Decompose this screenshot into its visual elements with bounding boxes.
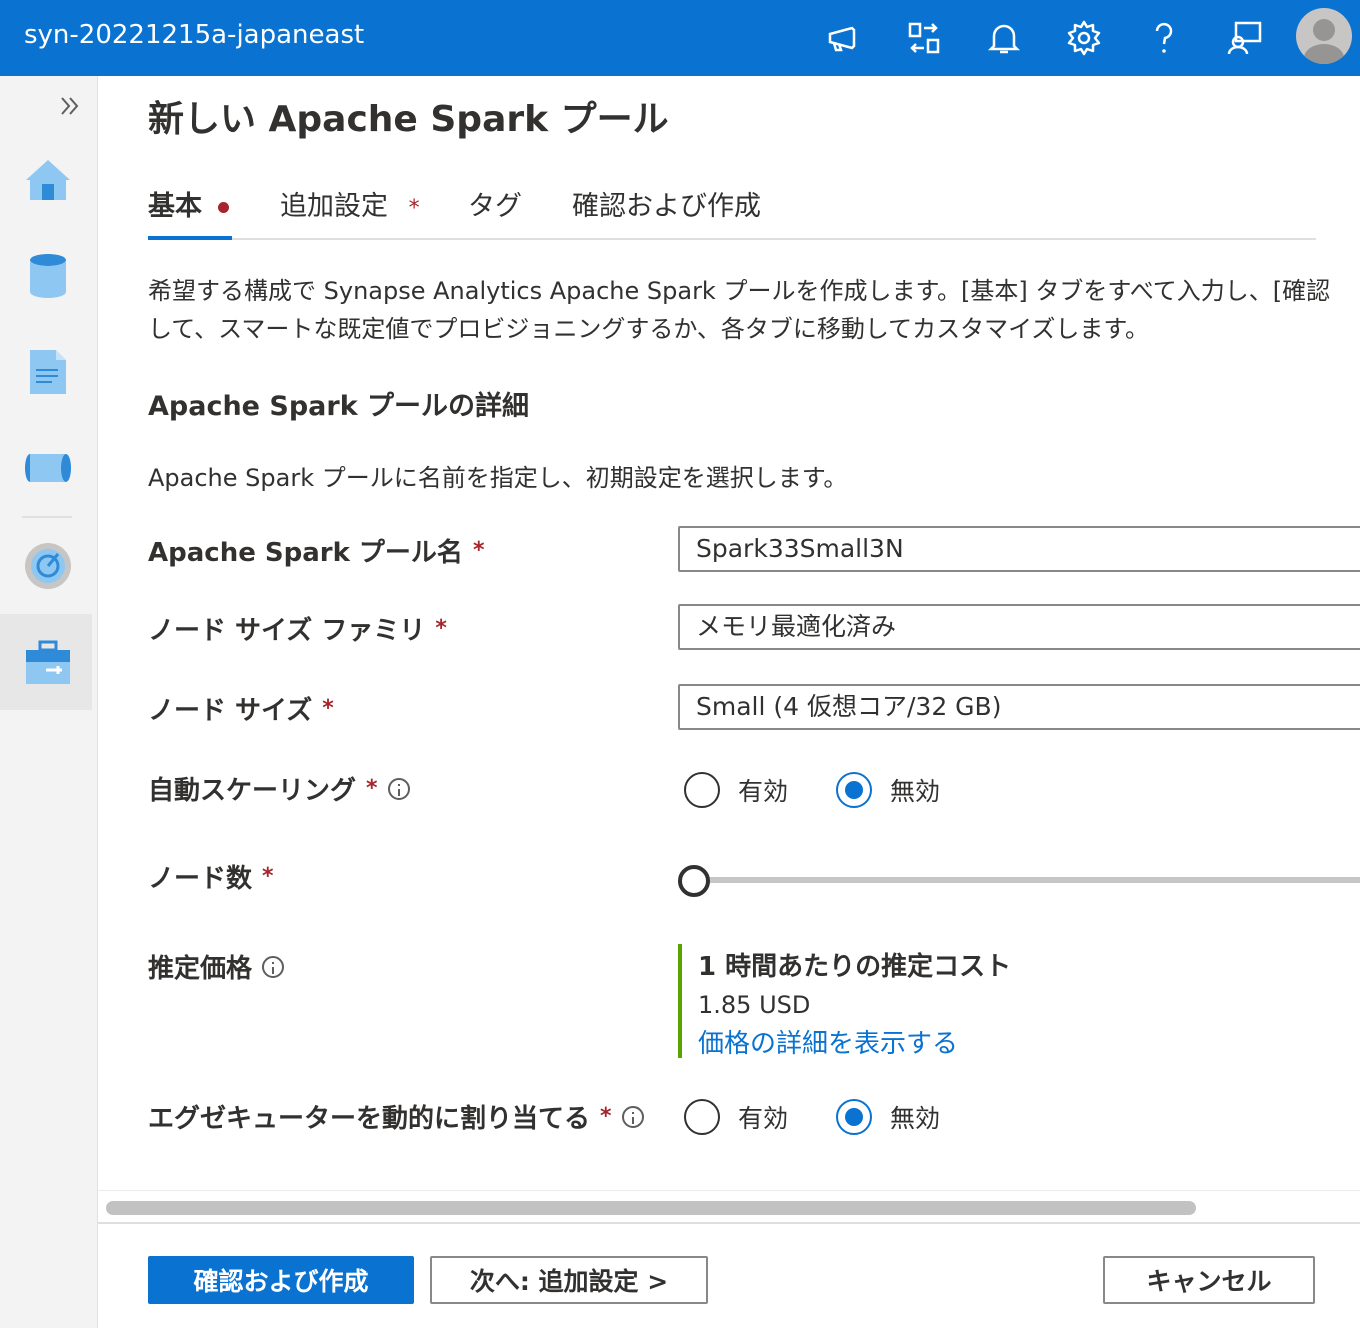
radio-circle bbox=[836, 772, 873, 808]
tab-basics-error-dot bbox=[218, 202, 229, 213]
info-icon[interactable] bbox=[621, 1105, 644, 1128]
review-create-button[interactable]: 確認および作成 bbox=[148, 1256, 414, 1304]
radio-label: 有効 bbox=[738, 1104, 789, 1133]
node-size-label: ノード サイズ * bbox=[148, 690, 334, 727]
manage-icon[interactable] bbox=[20, 634, 76, 690]
radio-circle bbox=[836, 1099, 873, 1135]
estimated-price-label: 推定価格 bbox=[148, 948, 285, 985]
node-count-label-text: ノード数 bbox=[148, 864, 253, 894]
megaphone-icon[interactable] bbox=[822, 16, 866, 60]
radio-circle bbox=[684, 1099, 720, 1135]
gear-icon[interactable] bbox=[1062, 16, 1106, 60]
info-icon[interactable] bbox=[387, 777, 410, 800]
next-button[interactable]: 次へ: 追加設定 > bbox=[430, 1256, 708, 1304]
node-size-select[interactable]: Small (4 仮想コア/32 GB) bbox=[678, 684, 1360, 730]
autoscale-label-text: 自動スケーリング bbox=[148, 776, 357, 806]
dynamic-executors-radio-group: 有効 無効 bbox=[684, 1099, 988, 1135]
tab-review-create-label: 確認および作成 bbox=[572, 191, 761, 222]
horizontal-scrollbar[interactable] bbox=[98, 1190, 1360, 1222]
required-asterisk: * bbox=[262, 864, 274, 889]
cost-value: 1.85 USD bbox=[698, 991, 811, 1019]
data-icon[interactable] bbox=[20, 248, 76, 304]
radio-label: 無効 bbox=[890, 777, 941, 806]
node-count-slider-track[interactable] bbox=[692, 877, 1360, 883]
tab-tags-label: タグ bbox=[468, 191, 522, 222]
dynamic-executors-label: エグゼキューターを動的に割り当てる * bbox=[148, 1098, 644, 1135]
page-title: 新しい Apache Spark プール bbox=[148, 99, 669, 140]
top-bar: syn-20221215a-japaneast bbox=[0, 0, 1360, 76]
tab-additional-settings-label: 追加設定 bbox=[280, 191, 388, 222]
expand-icon[interactable] bbox=[56, 92, 84, 120]
required-asterisk: * bbox=[408, 196, 420, 221]
radio-label: 無効 bbox=[890, 1104, 941, 1133]
node-family-select[interactable]: メモリ最適化済み bbox=[678, 604, 1360, 650]
workspace-name[interactable]: syn-20221215a-japaneast bbox=[24, 20, 364, 50]
tab-review-create[interactable]: 確認および作成 bbox=[572, 184, 761, 238]
required-asterisk: * bbox=[322, 696, 334, 721]
description-line-2: して、スマートな既定値でプロビジョニングするか、各タブに移動してカスタマイズしま… bbox=[148, 315, 1150, 343]
sidebar-divider bbox=[22, 516, 72, 518]
avatar[interactable] bbox=[1296, 8, 1352, 64]
pool-name-input[interactable]: Spark33Small3N bbox=[678, 526, 1360, 572]
dynamic-executors-label-text: エグゼキューターを動的に割り当てる bbox=[148, 1104, 591, 1134]
description-line-1: 希望する構成で Synapse Analytics Apache Spark プ… bbox=[148, 277, 1331, 305]
tab-active-underline bbox=[148, 236, 232, 240]
main-panel: 新しい Apache Spark プール 基本 追加設定 * タグ 確認および作… bbox=[98, 76, 1360, 1328]
autoscale-radio-group: 有効 無効 bbox=[684, 772, 988, 808]
info-icon[interactable] bbox=[262, 955, 285, 978]
cost-title: 1 時間あたりの推定コスト bbox=[698, 952, 1012, 982]
node-size-label-text: ノード サイズ bbox=[148, 696, 313, 726]
tab-basics-label: 基本 bbox=[148, 191, 202, 222]
pricing-details-link[interactable]: 価格の詳細を表示する bbox=[698, 1023, 1011, 1060]
section-description: Apache Spark プールに名前を指定し、初期設定を選択します。 bbox=[148, 464, 848, 492]
sidebar bbox=[0, 76, 98, 1328]
required-asterisk: * bbox=[435, 616, 447, 641]
required-asterisk: * bbox=[600, 1104, 612, 1129]
directory-switch-icon[interactable] bbox=[902, 16, 946, 60]
home-icon[interactable] bbox=[20, 152, 76, 208]
help-icon[interactable] bbox=[1142, 16, 1186, 60]
integrate-icon[interactable] bbox=[20, 440, 76, 496]
tab-additional-settings[interactable]: 追加設定 * bbox=[280, 184, 420, 238]
radio-circle bbox=[684, 772, 720, 808]
monitor-icon[interactable] bbox=[20, 538, 76, 594]
feedback-icon[interactable] bbox=[1222, 16, 1266, 60]
horizontal-scrollbar-thumb[interactable] bbox=[106, 1201, 1196, 1215]
footer-bar: 確認および作成 次へ: 追加設定 > キャンセル bbox=[98, 1222, 1360, 1328]
tab-basics[interactable]: 基本 bbox=[148, 184, 232, 240]
required-asterisk: * bbox=[472, 538, 485, 563]
section-title: Apache Spark プールの詳細 bbox=[148, 391, 530, 422]
autoscale-disabled-radio[interactable]: 無効 bbox=[836, 772, 940, 808]
dynamic-executors-enabled-radio[interactable]: 有効 bbox=[684, 1099, 788, 1135]
autoscale-label: 自動スケーリング * bbox=[148, 770, 410, 807]
pool-name-label-text: Apache Spark プール名 bbox=[148, 538, 463, 568]
develop-icon[interactable] bbox=[20, 344, 76, 400]
estimated-price-label-text: 推定価格 bbox=[148, 954, 253, 984]
autoscale-enabled-radio[interactable]: 有効 bbox=[684, 772, 788, 808]
pool-name-label: Apache Spark プール名 * bbox=[148, 532, 484, 569]
dynamic-executors-disabled-radio[interactable]: 無効 bbox=[836, 1099, 940, 1135]
radio-label: 有効 bbox=[738, 777, 789, 806]
node-count-label: ノード数 * bbox=[148, 858, 274, 895]
tab-bar: 基本 追加設定 * タグ 確認および作成 bbox=[148, 184, 1316, 240]
node-family-label-text: ノード サイズ ファミリ bbox=[148, 616, 426, 646]
cancel-button[interactable]: キャンセル bbox=[1103, 1256, 1315, 1304]
tab-tags[interactable]: タグ bbox=[468, 184, 522, 238]
page-description: 希望する構成で Synapse Analytics Apache Spark プ… bbox=[148, 272, 1360, 348]
required-asterisk: * bbox=[366, 776, 378, 801]
cost-estimate-box: 1 時間あたりの推定コスト 1.85 USD 価格の詳細を表示する bbox=[678, 944, 1012, 1060]
node-family-label: ノード サイズ ファミリ * bbox=[148, 610, 447, 647]
node-count-slider-thumb[interactable] bbox=[678, 865, 710, 897]
bell-icon[interactable] bbox=[982, 16, 1026, 60]
